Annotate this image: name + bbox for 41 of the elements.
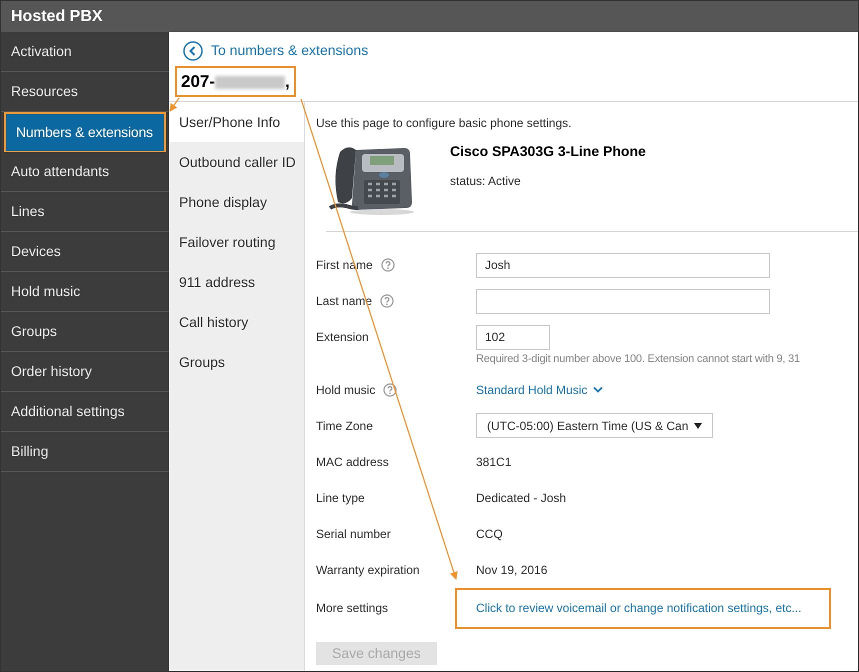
side-tab[interactable]: Groups [169, 342, 304, 382]
field-label: Serial number [316, 526, 391, 542]
help-icon[interactable] [383, 382, 398, 396]
side-tab[interactable]: 911 address [169, 262, 304, 302]
side-tab[interactable]: Outbound caller ID [169, 142, 304, 182]
field-hint: Required 3-digit number above 100. Extension cannot start with 9, 31 [476, 352, 801, 367]
field-label: Extension [316, 329, 369, 346]
side-tab[interactable]: Call history [169, 302, 304, 342]
sidebar-item[interactable]: Activation [1, 32, 169, 72]
back-icon[interactable] [183, 40, 203, 60]
select-field[interactable]: (UTC-05:00) Eastern Time (US & Can [476, 413, 713, 438]
sidebar-item[interactable]: Numbers & extensions [4, 112, 166, 152]
text-field[interactable] [476, 288, 770, 314]
phone-number: 207- [181, 70, 216, 93]
app-title: Hosted PBX [11, 6, 103, 26]
field-label: MAC address [316, 454, 389, 470]
field-label: Time Zone [316, 418, 373, 434]
caret-icon [694, 422, 702, 428]
chevron-down-icon [593, 386, 604, 393]
field-value: Dedicated - Josh [476, 490, 566, 506]
help-icon[interactable] [380, 294, 394, 308]
help-icon[interactable] [380, 258, 395, 272]
field-value: CCQ [476, 526, 503, 542]
field-label: Hold music [316, 382, 376, 398]
device-name: Cisco SPA303G 3-Line Phone [450, 142, 646, 161]
field-label: Warranty expiration [316, 562, 420, 578]
field-value: 381C1 [476, 454, 512, 470]
intro-text: Use this page to configure basic phone settings. [316, 115, 572, 132]
side-tab[interactable]: Failover routing [169, 222, 304, 262]
field-value: Nov 19, 2016 [476, 562, 548, 578]
device-status: status: Active [450, 173, 522, 190]
phone-number-comma: , [285, 70, 290, 93]
side-tab[interactable]: User/Phone Info [169, 102, 304, 142]
more-settings-link[interactable]: Click to review voicemail or change notification settings, etc... [476, 599, 802, 617]
text-field[interactable]: 102 [476, 324, 550, 350]
text-field[interactable]: Josh [476, 252, 770, 278]
field-label: More settings [316, 600, 388, 617]
dropdown-link[interactable]: Standard Hold Music [476, 380, 604, 398]
side-tab[interactable]: Phone display [169, 182, 304, 222]
back-link[interactable]: To numbers & extensions [211, 40, 368, 61]
field-label: Line type [316, 490, 365, 506]
